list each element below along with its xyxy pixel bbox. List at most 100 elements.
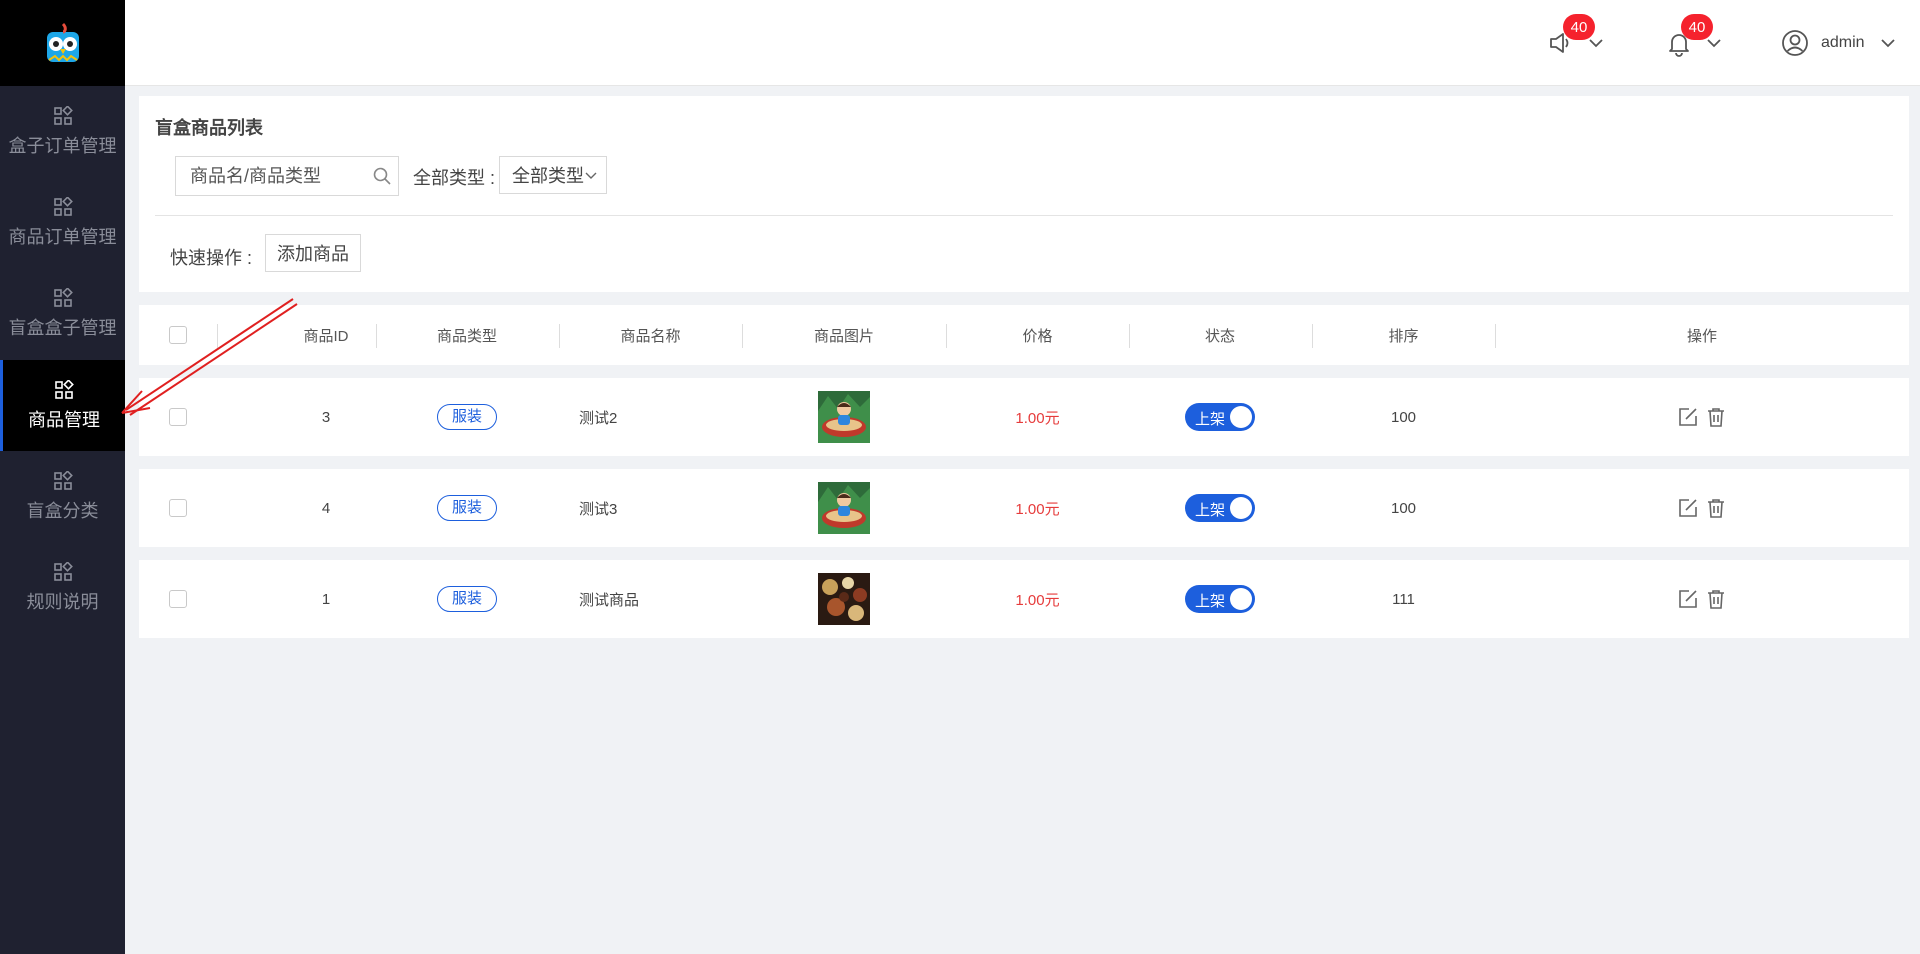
status-cell: 上架: [1129, 560, 1311, 638]
sidebar-item-blind-box-management[interactable]: 盲盒盒子管理: [0, 268, 125, 359]
status-cell: 上架: [1129, 469, 1311, 547]
table-row: 1 服装 测试商品 1.00元 上架 111: [139, 560, 1909, 638]
user-menu[interactable]: admin: [1781, 26, 1897, 60]
grid-icon: [55, 379, 74, 399]
ops-cell: [1495, 378, 1909, 456]
toggle-knob: [1230, 497, 1252, 519]
select-all-cell: [139, 305, 217, 365]
food-photo-thumbnail[interactable]: [818, 573, 870, 625]
grid-icon: [53, 561, 73, 581]
delete-icon[interactable]: [1705, 497, 1727, 519]
top-header: 40 40 admin: [125, 0, 1920, 86]
sidebar-item-label: 规则说明: [26, 591, 99, 612]
sidebar-item-label: 商品管理: [28, 409, 100, 430]
sidebar-item-box-orders[interactable]: 盒子订单管理: [0, 86, 125, 177]
page-title: 盲盒商品列表: [155, 118, 263, 138]
sidebar-item-label: 商品订单管理: [8, 226, 117, 247]
sidebar-item-label: 盒子订单管理: [8, 135, 117, 156]
table-header: 商品ID 商品类型 商品名称 商品图片 价格 状态 排序 操作: [139, 305, 1909, 365]
filter-panel: 盲盒商品列表 全部类型 : 全部类型 快速操作 : 添加商品: [139, 96, 1909, 292]
chevron-down-icon: [585, 172, 597, 179]
row-select-cell: [139, 560, 217, 638]
type-tag: 服装: [436, 404, 497, 430]
toggle-knob: [1230, 588, 1252, 610]
sidebar-item-blind-box-category[interactable]: 盲盒分类: [0, 451, 125, 542]
sidebar-item-label: 盲盒分类: [26, 500, 99, 521]
delete-icon[interactable]: [1705, 406, 1727, 428]
notification-badge: 40: [1681, 14, 1713, 40]
product-price: 1.00元: [1015, 409, 1060, 427]
row-checkbox[interactable]: [169, 590, 187, 608]
header-price: 价格: [1022, 327, 1053, 345]
sort-value: 111: [1392, 590, 1415, 608]
image-cell: [742, 560, 946, 638]
announcement-badge: 40: [1563, 14, 1595, 40]
status-cell: 上架: [1129, 378, 1311, 456]
type-filter-label: 全部类型 :: [413, 168, 496, 188]
notification-button[interactable]: 40: [1665, 14, 1723, 60]
sidebar-item-product-management[interactable]: 商品管理: [0, 360, 125, 451]
type-select-value: 全部类型: [512, 166, 584, 186]
search-input[interactable]: [188, 160, 372, 192]
status-toggle-label: 上架: [1195, 502, 1226, 519]
header-type: 商品类型: [436, 327, 497, 345]
type-cell: 服装: [376, 469, 558, 547]
status-toggle[interactable]: 上架: [1185, 585, 1255, 613]
sidebar-item-product-orders[interactable]: 商品订单管理: [0, 177, 125, 268]
toggle-knob: [1230, 406, 1252, 428]
row-checkbox[interactable]: [169, 499, 187, 517]
row-select-cell: [139, 378, 217, 456]
product-price: 1.00元: [1015, 500, 1060, 518]
row-checkbox[interactable]: [169, 408, 187, 426]
sort-value: 100: [1390, 408, 1417, 426]
header-sort: 排序: [1388, 327, 1419, 345]
type-tag: 服装: [436, 495, 497, 521]
owl-logo-icon: [46, 22, 79, 62]
header-image: 商品图片: [813, 327, 874, 345]
edit-icon[interactable]: [1677, 406, 1699, 428]
cartoon-boy-thumbnail[interactable]: [818, 391, 870, 443]
header-status: 状态: [1204, 327, 1235, 345]
chevron-down-icon: [1880, 39, 1895, 48]
type-cell: 服装: [376, 560, 558, 638]
status-toggle-label: 上架: [1195, 593, 1226, 610]
product-price: 1.00元: [1015, 591, 1060, 609]
table-row: 3 服装 测试2 1.00元 上架 100: [139, 378, 1909, 456]
header-ops: 操作: [1686, 327, 1717, 345]
image-cell: [742, 469, 946, 547]
delete-icon[interactable]: [1705, 588, 1727, 610]
quick-actions-label: 快速操作 :: [170, 248, 253, 268]
status-toggle[interactable]: 上架: [1185, 494, 1255, 522]
header-name: 商品名称: [620, 327, 681, 345]
image-cell: [742, 378, 946, 456]
grid-icon: [53, 196, 73, 216]
row-select-cell: [139, 469, 217, 547]
sort-value: 100: [1390, 499, 1417, 517]
type-tag: 服装: [436, 586, 497, 612]
user-avatar-icon: [1782, 30, 1808, 56]
divider: [155, 215, 1893, 216]
cartoon-boy-thumbnail[interactable]: [818, 482, 870, 534]
grid-icon: [53, 105, 73, 125]
logo: [0, 0, 125, 86]
select-all-checkbox[interactable]: [169, 326, 187, 344]
ops-cell: [1495, 469, 1909, 547]
search-icon[interactable]: [372, 166, 392, 186]
product-name: 测试3: [579, 500, 618, 518]
edit-icon[interactable]: [1677, 588, 1699, 610]
table-row: 4 服装 测试3 1.00元 上架 100: [139, 469, 1909, 547]
status-toggle[interactable]: 上架: [1185, 403, 1255, 431]
add-product-button[interactable]: 添加商品: [265, 234, 361, 272]
edit-icon[interactable]: [1677, 497, 1699, 519]
type-select[interactable]: 全部类型: [499, 156, 607, 194]
sidebar-item-rules[interactable]: 规则说明: [0, 542, 125, 633]
announcement-button[interactable]: 40: [1547, 14, 1605, 60]
type-cell: 服装: [376, 378, 558, 456]
product-name: 测试商品: [579, 591, 640, 609]
product-name: 测试2: [579, 409, 618, 427]
grid-icon: [53, 287, 73, 307]
status-toggle-label: 上架: [1195, 411, 1226, 428]
search-box[interactable]: [175, 156, 399, 196]
sidebar-item-label: 盲盒盒子管理: [8, 317, 117, 338]
user-name: admin: [1821, 34, 1865, 51]
